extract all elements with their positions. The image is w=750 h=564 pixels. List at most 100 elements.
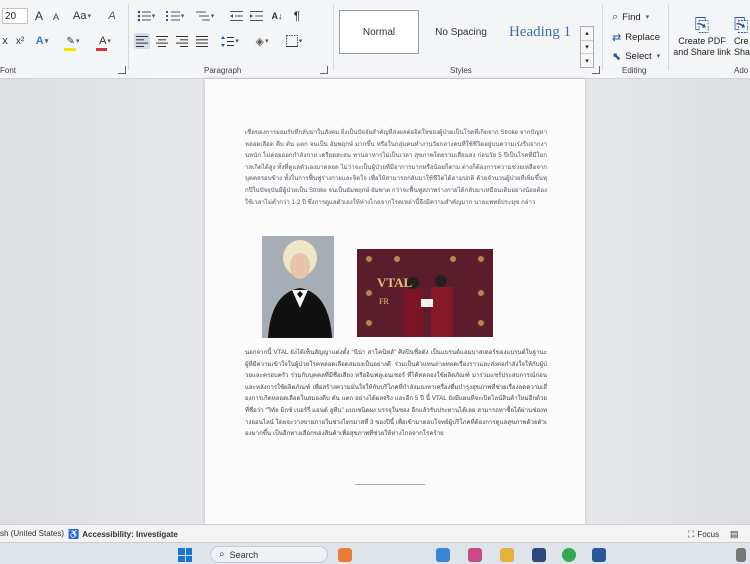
style-heading-1-label: Heading 1 — [508, 23, 572, 40]
view-mode-icons[interactable]: ▤ — [730, 529, 739, 540]
ribbon-separator — [128, 4, 129, 70]
font-dialog-launcher[interactable] — [118, 66, 126, 74]
focus-icon: ⛶ — [688, 529, 695, 539]
find-button[interactable]: ⌕ Find ▾ — [612, 10, 649, 24]
language-label: sh (United States) — [0, 529, 65, 538]
taskbar-app-icon[interactable] — [500, 548, 514, 562]
borders-icon — [285, 35, 298, 47]
superscript-button[interactable]: x² — [13, 33, 27, 49]
body-paragraph-bottom[interactable]: นอกจากนี้ VTAL ยังได้เซ็นสัญญาแต่งตั้ง “… — [245, 347, 547, 440]
focus-mode-button[interactable]: ⛶ Focus — [688, 529, 719, 540]
font-color-bar — [96, 48, 107, 51]
accessibility-label: Accessibility: Investigate — [82, 530, 178, 539]
font-color-icon: A — [99, 35, 107, 47]
bullets-button[interactable]: ▾ — [134, 8, 158, 24]
taskbar-app-icon[interactable] — [436, 548, 450, 562]
increase-indent-button[interactable] — [248, 8, 264, 24]
change-case-label: Aa — [73, 10, 87, 22]
replace-button[interactable]: ⇄ Replace — [612, 30, 660, 44]
chevron-down-icon[interactable]: ▾ — [581, 41, 593, 55]
align-center-icon — [156, 35, 168, 47]
windows-start-icon[interactable] — [178, 548, 192, 562]
event-photo[interactable]: VTAL FR — [357, 249, 493, 337]
highlight-button[interactable]: ✎ ▾ — [62, 33, 84, 49]
more-styles-icon[interactable]: ▾ — [581, 54, 593, 67]
font-group-label: Font — [0, 66, 17, 75]
numbering-icon — [165, 11, 180, 21]
subscript-button[interactable]: x — [0, 33, 10, 49]
accessibility-status[interactable]: ♿ Accessibility: Investigate — [68, 529, 178, 540]
borders-button[interactable]: ▾ — [282, 33, 306, 49]
paragraph-group: ▾ ▾ ▾ A↓ ¶ ▾ ◈ ▾ ▾ Paragraph — [130, 0, 330, 78]
create-share-button[interactable]: ⎘ Cre Shar — [734, 14, 750, 58]
pilcrow-icon: ¶ — [293, 9, 301, 23]
subscript-icon: x — [2, 35, 8, 47]
paragraph-text: นอกจากนี้ VTAL ยังได้เซ็นสัญญาแต่งตั้ง “… — [245, 349, 547, 438]
change-case-button[interactable]: Aa ▾ — [70, 8, 94, 24]
paragraph-group-label: Paragraph — [204, 66, 242, 75]
taskbar-app-icon[interactable] — [562, 548, 576, 562]
portrait-photo[interactable] — [262, 236, 334, 338]
portrait-image — [262, 236, 334, 338]
clear-formatting-icon: A — [108, 10, 116, 22]
search-placeholder: Search — [229, 549, 259, 560]
align-right-button[interactable] — [174, 33, 190, 49]
align-left-button[interactable] — [134, 33, 150, 49]
body-paragraph-top[interactable]: เชื่อของการยอมรับที่กลับมาในสังคม ยิ่งเป… — [245, 127, 547, 208]
status-bar: sh (United States) ♿ Accessibility: Inve… — [0, 524, 750, 543]
paint-bucket-icon: ◈ — [255, 35, 264, 48]
shading-button[interactable]: ◈ ▾ — [250, 33, 274, 49]
taskbar-app-icon[interactable] — [468, 548, 482, 562]
decrease-indent-button[interactable] — [228, 8, 244, 24]
select-button[interactable]: ⬉ Select ▾ — [612, 49, 660, 63]
chevron-up-icon[interactable]: ▴ — [581, 27, 593, 41]
text-effects-icon: A — [35, 35, 44, 47]
numbering-button[interactable]: ▾ — [163, 8, 187, 24]
font-size-value: 20 — [5, 10, 17, 22]
line-spacing-button[interactable]: ▾ — [218, 33, 242, 49]
taskbar-app-icon[interactable] — [338, 548, 352, 562]
line-spacing-icon — [221, 35, 235, 47]
shrink-font-button[interactable]: A — [50, 9, 62, 25]
align-right-icon — [176, 35, 188, 47]
create-pdf-share-link-button[interactable]: ⎘ Create PDF and Share link — [672, 14, 732, 58]
paragraph-dialog-launcher[interactable] — [320, 66, 328, 74]
style-no-spacing[interactable]: No Spacing — [426, 10, 496, 54]
taskbar-app-icon[interactable] — [532, 548, 546, 562]
taskbar-search[interactable]: ⌕ Search — [210, 546, 328, 563]
print-layout-icon[interactable]: ▤ — [730, 529, 739, 540]
taskbar-app-icon[interactable] — [736, 548, 746, 562]
document-page[interactable]: เชื่อของการยอมรับที่กลับมาในสังคม ยิ่งเป… — [205, 79, 585, 524]
styles-gallery-scroller[interactable]: ▴ ▾ ▾ — [580, 26, 594, 68]
text-effects-button[interactable]: A ▾ — [32, 33, 52, 49]
align-center-button[interactable] — [154, 33, 170, 49]
clear-formatting-button[interactable]: A — [104, 8, 120, 24]
share-icon: ⎘ — [734, 15, 749, 35]
highlighter-icon: ✎ — [66, 35, 75, 47]
ribbon-separator — [333, 4, 334, 70]
create-pdf-label: Create PDF and Share link — [673, 36, 731, 57]
show-formatting-marks-button[interactable]: ¶ — [290, 8, 304, 24]
justify-button[interactable] — [194, 33, 210, 49]
sort-button[interactable]: A↓ — [270, 8, 284, 24]
decrease-indent-icon — [229, 11, 243, 21]
font-size-box[interactable]: 20 — [2, 8, 28, 24]
taskbar-word-icon[interactable] — [592, 548, 606, 562]
multilevel-list-icon — [195, 11, 210, 21]
grow-font-button[interactable]: A — [32, 8, 46, 24]
banner-text-2: FR — [379, 297, 389, 306]
font-color-button[interactable]: A ▾ — [94, 33, 116, 49]
style-normal[interactable]: Normal — [339, 10, 419, 54]
editing-group-label: Editing — [622, 66, 647, 75]
search-icon: ⌕ — [612, 10, 619, 23]
grow-font-label: A — [34, 9, 43, 23]
cursor-icon: ⬉ — [612, 50, 622, 63]
language-status[interactable]: sh (United States) — [0, 529, 64, 538]
ribbon: 20 A A Aa ▾ A x x² A ▾ ✎ ▾ A ▾ Font ▾ ▾ ▾ — [0, 0, 750, 79]
document-canvas[interactable]: เชื่อของการยอมรับที่กลับมาในสังคม ยิ่งเป… — [0, 79, 750, 524]
paragraph-text-end: นายแพทย์ประมุข กล่าว — [474, 198, 536, 206]
multilevel-list-button[interactable]: ▾ — [193, 8, 217, 24]
font-group: 20 A A Aa ▾ A x x² A ▾ ✎ ▾ A ▾ Font — [0, 0, 128, 78]
style-heading-1[interactable]: Heading 1 — [502, 10, 578, 54]
highlight-color-bar — [64, 48, 76, 51]
